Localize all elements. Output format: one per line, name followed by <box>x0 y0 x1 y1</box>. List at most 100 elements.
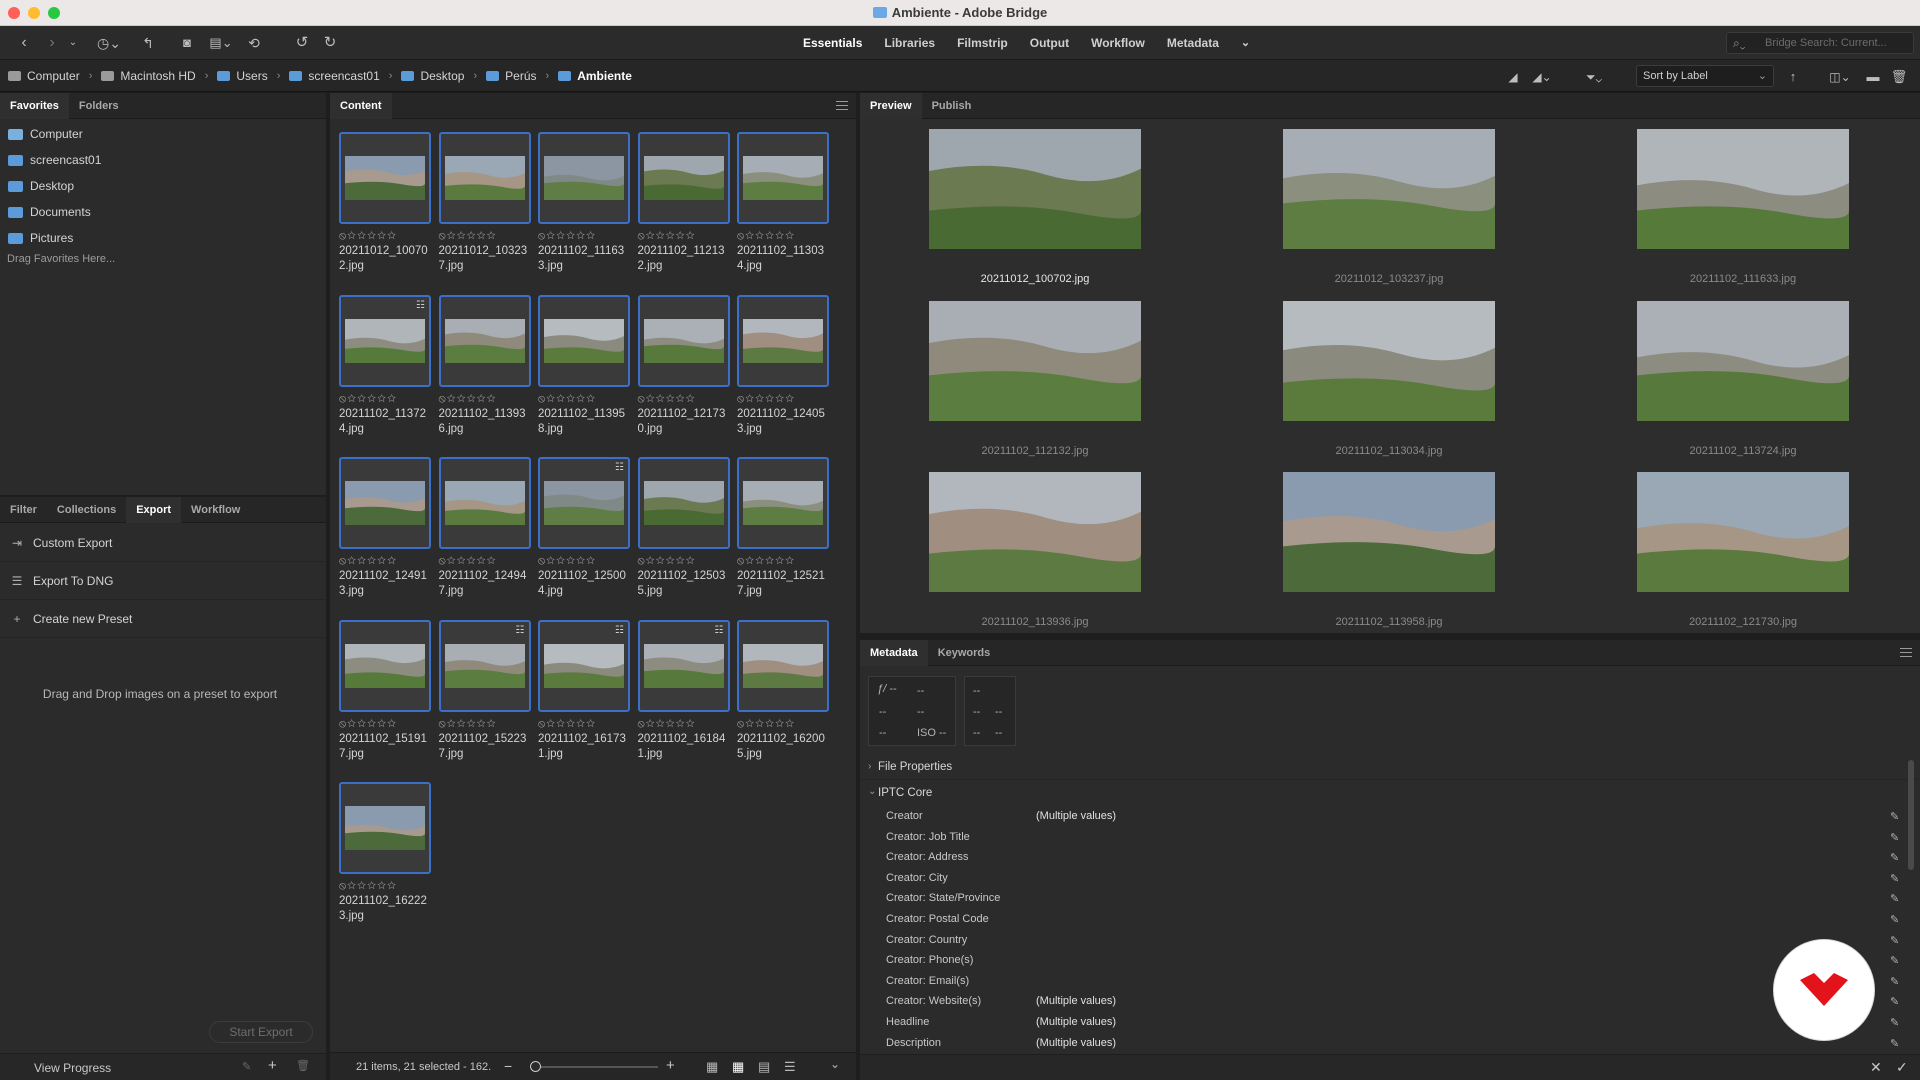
star-rating[interactable]: ⦸☆☆☆☆☆ <box>339 555 431 567</box>
breadcrumb-ambiente[interactable]: Ambiente <box>558 69 632 83</box>
view-progress-link[interactable]: View Progress <box>34 1061 111 1075</box>
quality-icon[interactable]: ◢ <box>1504 67 1522 87</box>
thumbnail-item[interactable]: ⦸☆☆☆☆☆ 20211102_112132.jpg <box>637 132 730 274</box>
star-rating[interactable]: ⦸☆☆☆☆☆ <box>538 230 630 242</box>
preview-image[interactable] <box>929 472 1141 592</box>
preview-item[interactable]: 20211012_100702.jpg <box>929 129 1141 285</box>
thumbnail-frame[interactable] <box>438 132 531 224</box>
thumbnail-frame[interactable] <box>438 294 531 387</box>
workspace-metadata[interactable]: Metadata <box>1156 26 1230 60</box>
iptc-core-section[interactable]: ⌄ IPTC Core <box>860 782 1920 806</box>
preview-item[interactable]: 20211102_113034.jpg <box>1283 300 1495 457</box>
thumbnail-frame[interactable] <box>737 619 829 712</box>
star-rating[interactable]: ⦸☆☆☆☆☆ <box>638 718 730 730</box>
star-rating[interactable]: ⦸☆☆☆☆☆ <box>339 230 431 242</box>
pencil-icon[interactable]: ✎ <box>1890 954 1899 967</box>
thumbnail-item[interactable]: ⦸☆☆☆☆☆ 20211102_124053.jpg <box>737 294 829 437</box>
thumbnail-frame[interactable]: ☷ <box>339 294 431 387</box>
preview-item[interactable]: 20211102_111633.jpg <box>1637 129 1849 285</box>
thumbnail-item[interactable]: ☷ ⦸☆☆☆☆☆ 20211102_161731.jpg <box>538 619 630 762</box>
thumbnail-frame[interactable] <box>737 294 829 387</box>
workspace-output[interactable]: Output <box>1019 26 1080 60</box>
preview-item[interactable]: 20211102_113936.jpg <box>929 472 1141 628</box>
favorite-desktop[interactable]: Desktop <box>0 173 326 199</box>
file-properties-section[interactable]: › File Properties <box>860 756 1920 780</box>
star-rating[interactable]: ⦸☆☆☆☆☆ <box>538 393 630 405</box>
rotate-left-icon[interactable]: ↺ <box>292 33 312 53</box>
thumbnail-frame[interactable] <box>737 132 829 224</box>
new-folder-icon[interactable]: ▬ <box>1864 67 1882 87</box>
panel-menu-icon[interactable] <box>1900 648 1912 657</box>
thumbnail-item[interactable]: ☷ ⦸☆☆☆☆☆ 20211102_125004.jpg <box>538 457 630 599</box>
camera-icon[interactable]: ◙ <box>176 33 198 53</box>
pencil-icon[interactable]: ✎ <box>1890 913 1899 926</box>
pencil-icon[interactable]: ✎ <box>1890 1016 1899 1029</box>
star-rating[interactable]: ⦸☆☆☆☆☆ <box>737 230 829 242</box>
sort-dropdown[interactable]: Sort by Label ⌄ <box>1636 65 1774 87</box>
workspace-more-icon[interactable]: ⌄ <box>1230 26 1261 60</box>
breadcrumb-computer[interactable]: Computer › <box>8 69 101 83</box>
details-view-icon[interactable]: ▤ <box>758 1059 770 1075</box>
thumbnail-frame[interactable] <box>538 132 630 224</box>
sync-icon[interactable]: ⟲ <box>244 33 264 53</box>
preview-item[interactable]: 20211102_112132.jpg <box>929 300 1141 457</box>
delete-icon[interactable]: 🗑 <box>296 1059 310 1072</box>
star-rating[interactable]: ⦸☆☆☆☆☆ <box>439 718 531 730</box>
tab-metadata[interactable]: Metadata <box>860 639 928 666</box>
list-view-icon[interactable]: ☰ <box>784 1059 796 1075</box>
open-recent-icon[interactable]: ◫⌄ <box>1824 67 1856 87</box>
star-rating[interactable]: ⦸☆☆☆☆☆ <box>439 393 531 405</box>
create-preset-item[interactable]: + Create new Preset <box>0 600 326 638</box>
chevron-down-icon[interactable]: ⌄ <box>66 33 80 53</box>
preview-image[interactable] <box>1283 300 1495 421</box>
star-rating[interactable]: ⦸☆☆☆☆☆ <box>638 230 730 242</box>
star-rating[interactable]: ⦸☆☆☆☆☆ <box>737 555 829 567</box>
tab-export[interactable]: Export <box>126 496 182 523</box>
preview-image[interactable] <box>1283 472 1495 592</box>
pencil-icon[interactable]: ✎ <box>1890 831 1899 844</box>
thumbnail-item[interactable]: ☷ ⦸☆☆☆☆☆ 20211102_161841.jpg <box>637 619 730 762</box>
breadcrumb-screencast01[interactable]: screencast01 › <box>289 69 401 83</box>
grid-lock-icon[interactable]: ▦ <box>706 1059 718 1075</box>
metadata-field-value[interactable]: (Multiple values) <box>1036 1037 1116 1049</box>
zoom-in-icon[interactable]: + <box>666 1057 675 1074</box>
rotate-right-icon[interactable]: ↻ <box>320 33 340 53</box>
preview-image[interactable] <box>1283 129 1495 249</box>
metadata-field-value[interactable]: (Multiple values) <box>1036 810 1116 822</box>
thumbnail-item[interactable]: ⦸☆☆☆☆☆ 20211102_113958.jpg <box>538 294 630 437</box>
workspace-workflow[interactable]: Workflow <box>1080 26 1156 60</box>
apply-icon[interactable]: ✓ <box>1896 1059 1908 1076</box>
star-rating[interactable]: ⦸☆☆☆☆☆ <box>538 555 630 567</box>
favorite-computer[interactable]: Computer <box>0 121 326 147</box>
workspace-essentials[interactable]: Essentials <box>792 26 873 60</box>
thumbnail-frame[interactable]: ☷ <box>637 619 730 712</box>
thumbnail-item[interactable]: ☷ ⦸☆☆☆☆☆ 20211102_152237.jpg <box>438 619 531 762</box>
preview-image[interactable] <box>929 300 1141 421</box>
breadcrumb-perus[interactable]: Perús › <box>486 69 558 83</box>
pencil-icon[interactable]: ✎ <box>1890 872 1899 885</box>
breadcrumb-users[interactable]: Users › <box>217 69 289 83</box>
panel-menu-icon[interactable] <box>836 101 848 110</box>
pencil-icon[interactable]: ✎ <box>1890 995 1899 1008</box>
star-rating[interactable]: ⦸☆☆☆☆☆ <box>638 393 730 405</box>
chevron-down-icon[interactable]: ⌄ <box>830 1057 840 1071</box>
breadcrumb-desktop[interactable]: Desktop › <box>401 69 486 83</box>
breadcrumb-macintosh-hd[interactable]: Macintosh HD › <box>101 69 217 83</box>
preview-item[interactable]: 20211102_113724.jpg <box>1637 300 1849 457</box>
thumbnail-frame[interactable]: ☷ <box>538 457 630 549</box>
preview-image[interactable] <box>1637 300 1849 421</box>
edit-icon[interactable]: ✎ <box>242 1060 251 1073</box>
preview-image[interactable] <box>929 129 1141 249</box>
tab-publish[interactable]: Publish <box>922 93 982 119</box>
thumbnail-frame[interactable] <box>339 132 431 224</box>
pencil-icon[interactable]: ✎ <box>1890 810 1899 823</box>
forward-icon[interactable]: › <box>42 33 62 53</box>
thumbnail-view-icon[interactable]: ▦ <box>732 1059 744 1075</box>
preview-item[interactable]: 20211102_121730.jpg <box>1637 472 1849 628</box>
rating-filter-icon[interactable]: ◢⌄ <box>1528 67 1556 87</box>
pencil-icon[interactable]: ✎ <box>1890 975 1899 988</box>
thumbnail-frame[interactable] <box>538 294 630 387</box>
pencil-icon[interactable]: ✎ <box>1890 892 1899 905</box>
thumbnail-frame[interactable] <box>637 457 730 549</box>
thumbnail-item[interactable]: ⦸☆☆☆☆☆ 20211102_125035.jpg <box>637 457 730 599</box>
